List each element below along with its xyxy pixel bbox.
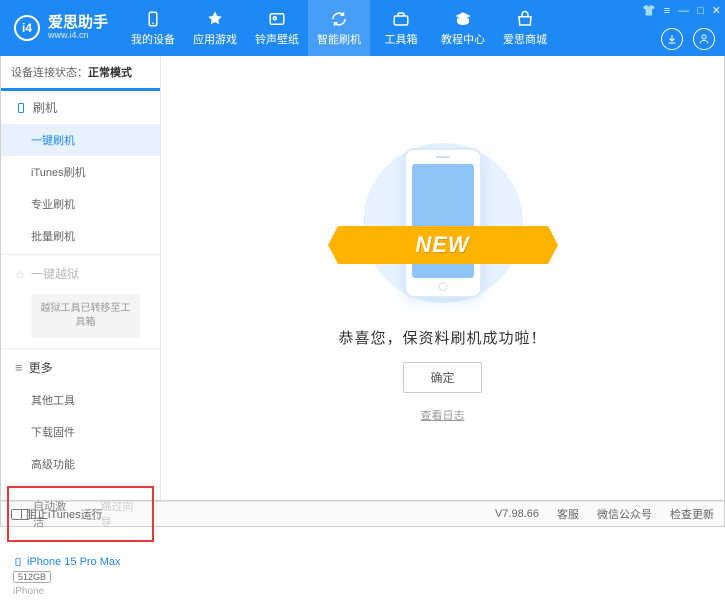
phone-icon [15,102,27,114]
sidebar-item-advanced[interactable]: 高级功能 [1,448,160,480]
logo-icon: i4 [14,15,40,41]
device-info: iPhone 15 Pro Max 512GB iPhone [1,548,160,607]
nav-ringtone-wallpaper[interactable]: 铃声壁纸 [246,0,308,56]
device-icon [144,10,162,28]
sidebar-item-oneclick-flash[interactable]: 一键刷机 [1,124,160,156]
connection-status: 设备连接状态：正常模式 [1,56,160,89]
lock-icon [15,269,25,279]
graduation-icon [454,10,472,28]
nav-apps-games[interactable]: 应用游戏 [184,0,246,56]
block-itunes-option[interactable]: 阻止iTunes运行 [11,506,103,522]
device-name[interactable]: iPhone 15 Pro Max [13,556,148,568]
app-subtitle: www.i4.cn [48,31,108,41]
ok-button[interactable]: 确定 [403,362,481,393]
sidebar-item-download-firmware[interactable]: 下载固件 [1,416,160,448]
sidebar-head-jailbreak: 一键越狱 [1,257,160,290]
sidebar-head-flash[interactable]: 刷机 [1,88,160,124]
device-storage: 512GB [13,571,51,583]
main-content: NEW 恭喜您，保资料刷机成功啦！ 确定 查看日志 [161,56,724,500]
skin-icon[interactable]: 👕 [642,4,656,17]
new-ribbon: NEW [338,226,548,264]
menu-icon[interactable]: ≡ [664,5,670,17]
nav-store[interactable]: 爱思商城 [494,0,556,56]
toolbox-icon [392,10,410,28]
nav-my-device[interactable]: 我的设备 [122,0,184,56]
app-title: 爱思助手 [48,15,108,32]
more-icon: ≡ [15,360,23,375]
image-icon [268,10,286,28]
footer-link-update[interactable]: 检查更新 [670,506,714,522]
version-label: V7.98.66 [495,508,539,520]
app-logo: i4 爱思助手 www.i4.cn [0,15,122,41]
sidebar-item-batch-flash[interactable]: 批量刷机 [1,220,160,252]
device-type: iPhone [13,586,148,597]
nav-toolbox[interactable]: 工具箱 [370,0,432,56]
nav-tutorials[interactable]: 教程中心 [432,0,494,56]
apps-icon [206,10,224,28]
footer-link-wechat[interactable]: 微信公众号 [597,506,652,522]
phone-small-icon [13,557,23,567]
sidebar: 设备连接状态：正常模式 刷机 一键刷机 iTunes刷机 专业刷机 批量刷机 一… [1,56,161,500]
close-icon[interactable]: ✕ [712,4,721,17]
footer-link-support[interactable]: 客服 [557,506,579,522]
top-nav: 我的设备 应用游戏 铃声壁纸 智能刷机 工具箱 教程中心 爱思商城 [122,0,556,56]
window-controls: 👕 ≡ — □ ✕ [642,4,721,17]
success-illustration: NEW [368,133,518,313]
sidebar-item-itunes-flash[interactable]: iTunes刷机 [1,156,160,188]
download-button[interactable] [661,28,683,50]
user-button[interactable] [693,28,715,50]
jailbreak-note: 越狱工具已转移至工具箱 [31,294,140,338]
sidebar-item-pro-flash[interactable]: 专业刷机 [1,188,160,220]
maximize-icon[interactable]: □ [697,5,704,17]
minimize-icon[interactable]: — [678,5,689,17]
store-icon [516,10,534,28]
refresh-icon [330,10,348,28]
view-log-link[interactable]: 查看日志 [421,407,465,423]
sidebar-item-other-tools[interactable]: 其他工具 [1,384,160,416]
success-message: 恭喜您，保资料刷机成功啦！ [338,327,546,348]
sidebar-head-more[interactable]: ≡ 更多 [1,351,160,384]
titlebar: i4 爱思助手 www.i4.cn 我的设备 应用游戏 铃声壁纸 智能刷机 工具… [0,0,725,56]
block-itunes-checkbox[interactable] [11,509,22,520]
nav-smart-flash[interactable]: 智能刷机 [308,0,370,56]
